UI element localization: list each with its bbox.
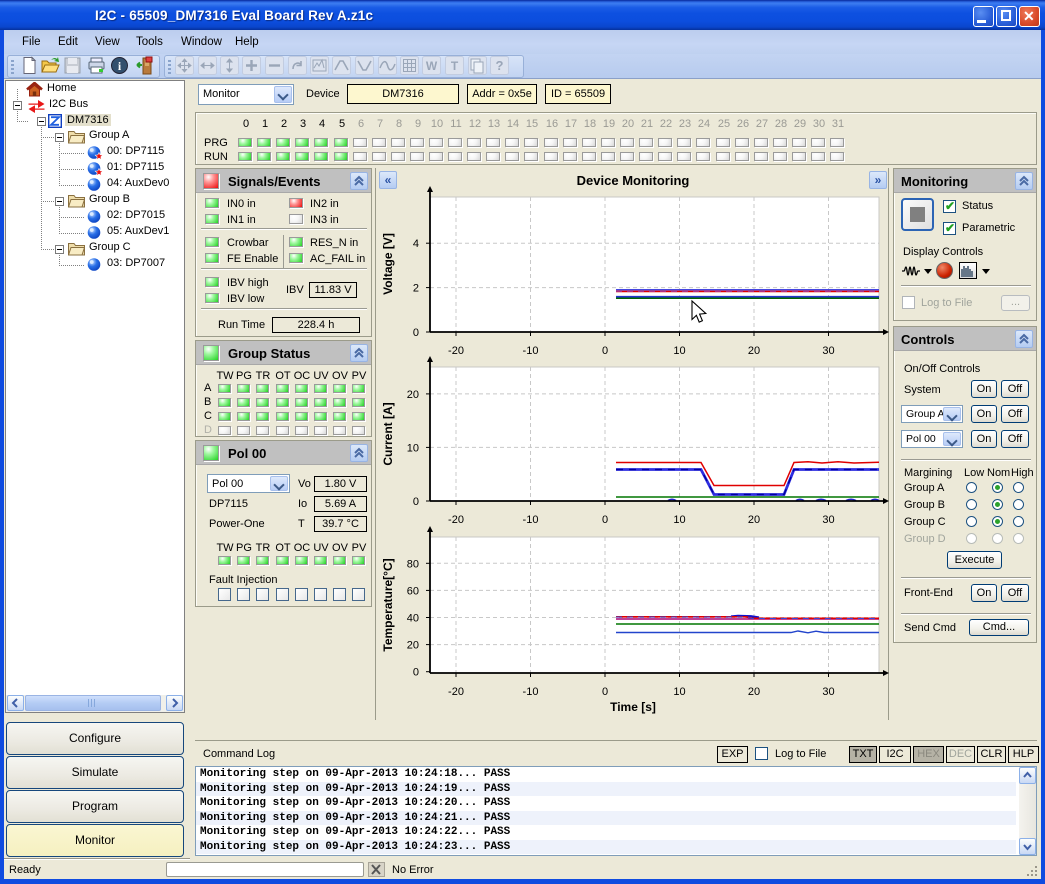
svg-text:80: 80: [407, 558, 419, 570]
svg-text:0: 0: [602, 686, 608, 698]
svg-text:-10: -10: [523, 686, 539, 698]
svg-text:10: 10: [673, 686, 685, 698]
svg-text:Voltage [V]: Voltage [V]: [381, 233, 395, 295]
svg-text:0: 0: [413, 327, 419, 339]
svg-text:10: 10: [407, 442, 419, 454]
svg-text:20: 20: [748, 686, 760, 698]
svg-text:30: 30: [822, 514, 834, 526]
svg-text:60: 60: [407, 585, 419, 597]
svg-text:Current [A]: Current [A]: [381, 402, 395, 465]
svg-text:40: 40: [407, 613, 419, 625]
svg-text:Time [s]: Time [s]: [610, 700, 656, 714]
svg-text:0: 0: [602, 345, 608, 357]
svg-text:20: 20: [407, 389, 419, 401]
svg-text:20: 20: [748, 345, 760, 357]
svg-text:-10: -10: [523, 514, 539, 526]
svg-text:-20: -20: [448, 514, 464, 526]
svg-text:T: T: [451, 59, 459, 73]
svg-text:10: 10: [673, 345, 685, 357]
svg-text:-10: -10: [523, 345, 539, 357]
svg-text:?: ?: [496, 58, 504, 73]
svg-text:4: 4: [413, 238, 419, 250]
svg-text:Temperature[°C]: Temperature[°C]: [381, 558, 395, 651]
svg-text:0: 0: [413, 667, 419, 679]
svg-text:0: 0: [413, 496, 419, 508]
svg-text:10: 10: [673, 514, 685, 526]
svg-text:30: 30: [822, 686, 834, 698]
svg-text:0: 0: [602, 514, 608, 526]
svg-text:-20: -20: [448, 686, 464, 698]
svg-text:2: 2: [413, 283, 419, 295]
svg-text:20: 20: [748, 514, 760, 526]
svg-text:-20: -20: [448, 345, 464, 357]
svg-text:20: 20: [407, 640, 419, 652]
svg-text:W: W: [426, 59, 438, 73]
svg-text:30: 30: [822, 345, 834, 357]
